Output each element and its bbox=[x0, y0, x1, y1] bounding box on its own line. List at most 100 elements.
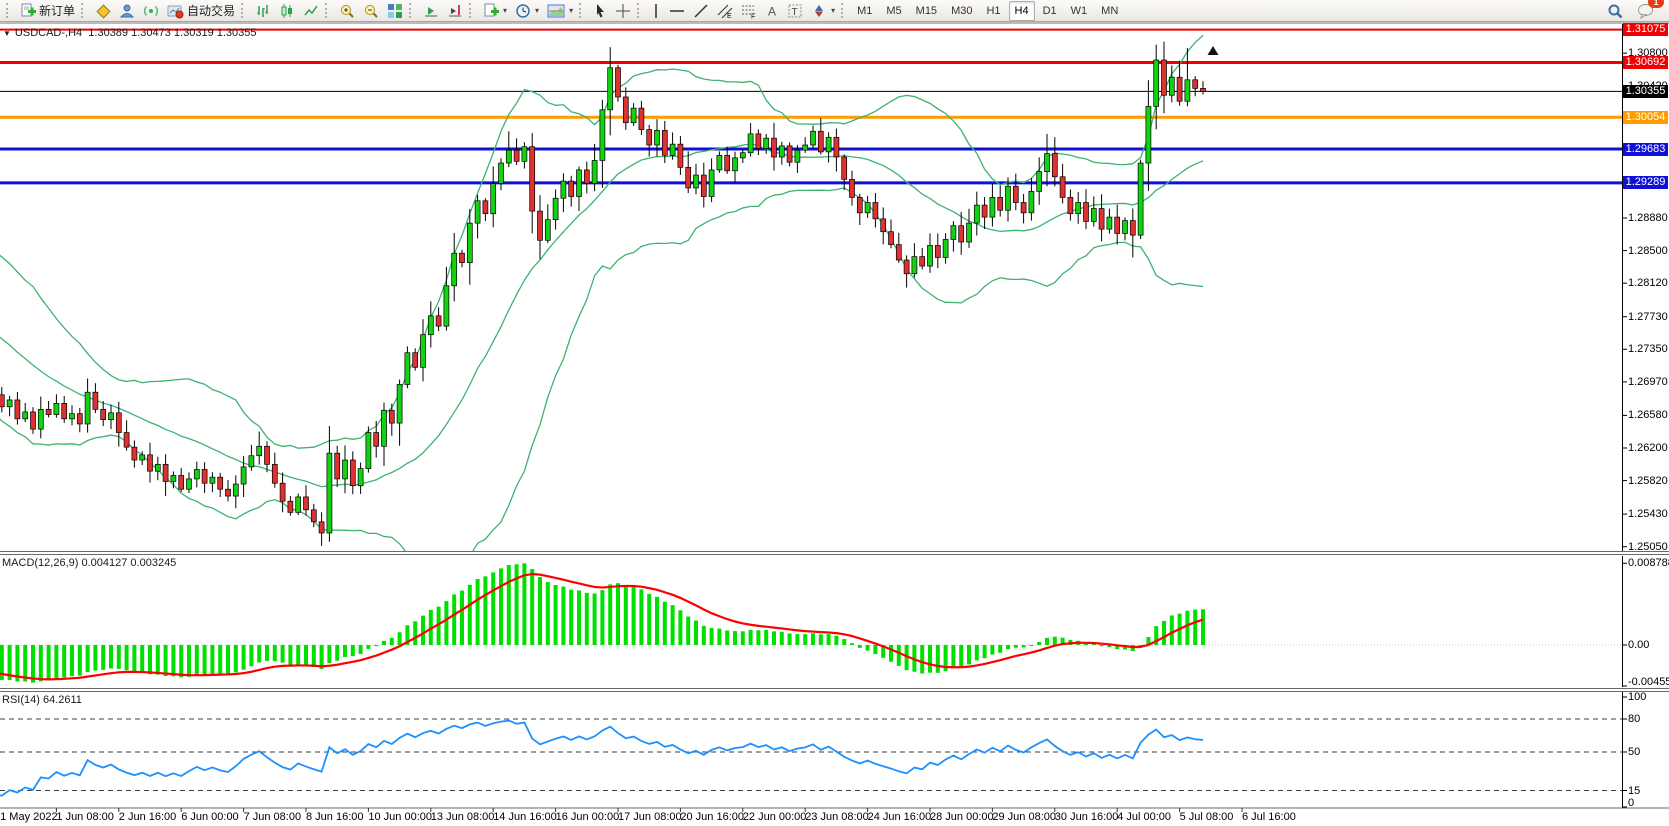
vertical-line-tool-button[interactable] bbox=[647, 0, 665, 22]
candle-down bbox=[647, 130, 652, 145]
rsi-pane[interactable] bbox=[0, 719, 1622, 796]
toolbar-grip[interactable] bbox=[6, 3, 12, 18]
candle-up bbox=[140, 455, 145, 460]
timeframe-button-m1[interactable]: M1 bbox=[851, 1, 878, 21]
macd-pane[interactable] bbox=[0, 563, 1622, 682]
candle-down bbox=[116, 413, 121, 433]
line-chart-mode-button[interactable] bbox=[299, 0, 323, 22]
timeframe-button-m30[interactable]: M30 bbox=[945, 1, 978, 21]
horizontal-line-tool-button[interactable] bbox=[665, 0, 689, 22]
candle-up bbox=[717, 155, 722, 170]
candlestick-mode-button[interactable] bbox=[275, 0, 299, 22]
search-button[interactable] bbox=[1603, 0, 1627, 22]
candle-up bbox=[764, 138, 769, 148]
time-axis-label: 31 May 2022 bbox=[0, 811, 58, 823]
bar-chart-mode-button[interactable] bbox=[251, 0, 275, 22]
toolbar-grip[interactable] bbox=[469, 3, 475, 18]
candle-up bbox=[452, 253, 457, 286]
candle-up bbox=[109, 413, 114, 420]
timeframe-button-m5[interactable]: M5 bbox=[880, 1, 907, 21]
candle-down bbox=[288, 501, 293, 512]
price-tick-label: 1.28880 bbox=[1628, 212, 1668, 224]
toolbar-grip[interactable] bbox=[841, 3, 847, 18]
trendline-tool-button[interactable] bbox=[689, 0, 713, 22]
crosshair-tool-button[interactable] bbox=[611, 0, 635, 22]
candle-down bbox=[818, 131, 823, 152]
candle-down bbox=[1193, 80, 1198, 89]
macd-histogram-bar bbox=[374, 645, 378, 646]
macd-histogram-bar bbox=[117, 645, 121, 669]
timeframe-button-mn[interactable]: MN bbox=[1095, 1, 1124, 21]
macd-histogram-bar bbox=[834, 636, 838, 645]
macd-histogram-bar bbox=[1053, 637, 1057, 645]
auto-trading-button[interactable]: 自动交易 bbox=[163, 0, 239, 22]
chart-canvas[interactable] bbox=[0, 22, 1669, 826]
candle-up bbox=[943, 239, 948, 257]
macd-histogram-bar bbox=[468, 585, 472, 645]
time-axis-label: 23 Jun 08:00 bbox=[805, 811, 869, 823]
chart-menu-icon[interactable]: ▼ bbox=[3, 29, 11, 38]
signals-button[interactable] bbox=[139, 0, 163, 22]
new-chart-button[interactable]: ▾ bbox=[479, 0, 511, 22]
macd-histogram-bar bbox=[554, 585, 558, 645]
macd-histogram-bar bbox=[125, 645, 129, 670]
candle-down bbox=[514, 150, 519, 161]
candle-up bbox=[951, 226, 956, 240]
time-axis-label: 20 Jun 16:00 bbox=[680, 811, 744, 823]
macd-histogram-bar bbox=[866, 645, 870, 651]
cursor-tool-button[interactable] bbox=[589, 0, 611, 22]
fibonacci-tool-button[interactable]: F bbox=[737, 0, 761, 22]
candle-down bbox=[460, 253, 465, 262]
macd-histogram-bar bbox=[546, 582, 550, 645]
candle-down bbox=[483, 201, 488, 214]
templates-button[interactable]: ▾ bbox=[543, 0, 577, 22]
candle-up bbox=[249, 456, 254, 467]
tile-windows-button[interactable] bbox=[383, 0, 407, 22]
periodicity-button[interactable]: ▾ bbox=[511, 0, 543, 22]
timeframe-button-w1[interactable]: W1 bbox=[1065, 1, 1094, 21]
auto-scroll-button[interactable] bbox=[419, 0, 443, 22]
up-arrow-marker[interactable] bbox=[1208, 46, 1219, 55]
macd-histogram-bar bbox=[382, 641, 386, 645]
zoom-out-button[interactable] bbox=[359, 0, 383, 22]
candle-down bbox=[959, 226, 964, 242]
channel-tool-button[interactable]: E bbox=[713, 0, 737, 22]
toolbar-grip[interactable] bbox=[579, 3, 585, 18]
macd-histogram-bar bbox=[1201, 609, 1205, 645]
text-tool-button[interactable]: A bbox=[761, 0, 783, 22]
timeframe-button-h1[interactable]: H1 bbox=[980, 1, 1006, 21]
macd-histogram-bar bbox=[795, 634, 799, 645]
text-label-tool-button[interactable]: T bbox=[783, 0, 807, 22]
arrows-tool-button[interactable]: ▾ bbox=[807, 0, 839, 22]
candle-up bbox=[38, 409, 43, 429]
macd-histogram-bar bbox=[803, 634, 807, 645]
price-tick-label: 1.28500 bbox=[1628, 245, 1668, 257]
timeframe-button-m15[interactable]: M15 bbox=[910, 1, 943, 21]
market-watch-icon bbox=[95, 3, 111, 19]
candle-up bbox=[1146, 106, 1151, 163]
toolbar-grip[interactable] bbox=[325, 3, 331, 18]
macd-histogram-bar bbox=[694, 621, 698, 645]
candle-down bbox=[857, 197, 862, 212]
market-watch-button[interactable] bbox=[91, 0, 115, 22]
candle-up bbox=[608, 68, 613, 110]
toolbar-grip[interactable] bbox=[81, 3, 87, 18]
macd-indicator-name: MACD(12,26,9) bbox=[2, 557, 78, 569]
chart-shift-button[interactable] bbox=[443, 0, 467, 22]
candle-down bbox=[1013, 186, 1018, 202]
toolbar-grip[interactable] bbox=[637, 3, 643, 18]
macd-histogram-bar bbox=[132, 645, 136, 672]
new-order-button[interactable]: 新订单 bbox=[16, 0, 79, 22]
main-price-pane[interactable] bbox=[0, 30, 1622, 572]
navigator-button[interactable] bbox=[115, 0, 139, 22]
timeframe-button-h4[interactable]: H4 bbox=[1009, 1, 1035, 21]
timeframe-button-d1[interactable]: D1 bbox=[1037, 1, 1063, 21]
notifications-button[interactable]: 1 bbox=[1633, 0, 1659, 22]
macd-histogram-bar bbox=[577, 591, 581, 645]
macd-histogram-bar bbox=[460, 591, 464, 645]
zoom-in-button[interactable] bbox=[335, 0, 359, 22]
toolbar-grip[interactable] bbox=[409, 3, 415, 18]
macd-histogram-bar bbox=[593, 593, 597, 645]
candle-up bbox=[491, 184, 496, 214]
toolbar-grip[interactable] bbox=[241, 3, 247, 18]
